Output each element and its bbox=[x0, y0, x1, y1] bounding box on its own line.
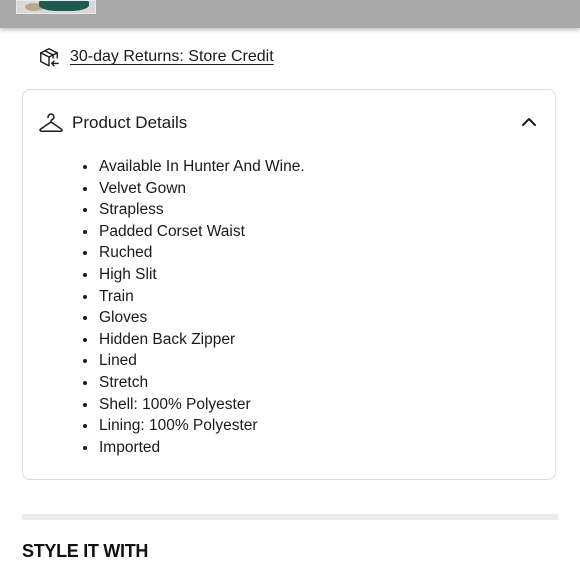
product-details-panel: Product Details Available In Hunter And … bbox=[22, 89, 556, 480]
product-thumbnail[interactable] bbox=[16, 0, 96, 14]
section-divider bbox=[22, 514, 558, 520]
list-item: Train bbox=[81, 286, 305, 308]
returns-row[interactable]: 30-day Returns: Store Credit bbox=[38, 44, 274, 70]
product-details-header[interactable]: Product Details bbox=[23, 90, 555, 156]
list-item: High Slit bbox=[81, 264, 305, 286]
list-item: Ruched bbox=[81, 242, 305, 264]
product-details-title: Product Details bbox=[72, 113, 188, 132]
list-item: Hidden Back Zipper bbox=[81, 329, 305, 351]
list-item: Stretch bbox=[81, 372, 305, 394]
dimmed-header-overlay bbox=[0, 0, 580, 28]
list-item: Padded Corset Waist bbox=[81, 221, 305, 243]
product-details-list: Available In Hunter And Wine. Velvet Gow… bbox=[81, 156, 305, 458]
list-item: Imported bbox=[81, 437, 305, 459]
list-item: Strapless bbox=[81, 199, 305, 221]
hanger-icon bbox=[39, 113, 63, 132]
list-item: Gloves bbox=[81, 307, 305, 329]
package-return-icon bbox=[40, 48, 59, 67]
list-item: Velvet Gown bbox=[81, 178, 305, 200]
list-item: Lining: 100% Polyester bbox=[81, 415, 305, 437]
returns-policy-link[interactable]: 30-day Returns: Store Credit bbox=[70, 48, 274, 66]
list-item: Lined bbox=[81, 350, 305, 372]
chevron-up-icon[interactable] bbox=[521, 115, 537, 129]
list-item: Shell: 100% Polyester bbox=[81, 394, 305, 416]
style-it-with-heading: STYLE IT WITH bbox=[22, 541, 149, 561]
list-item: Available In Hunter And Wine. bbox=[81, 156, 305, 178]
thumbnail-velvet-fabric bbox=[39, 1, 89, 11]
